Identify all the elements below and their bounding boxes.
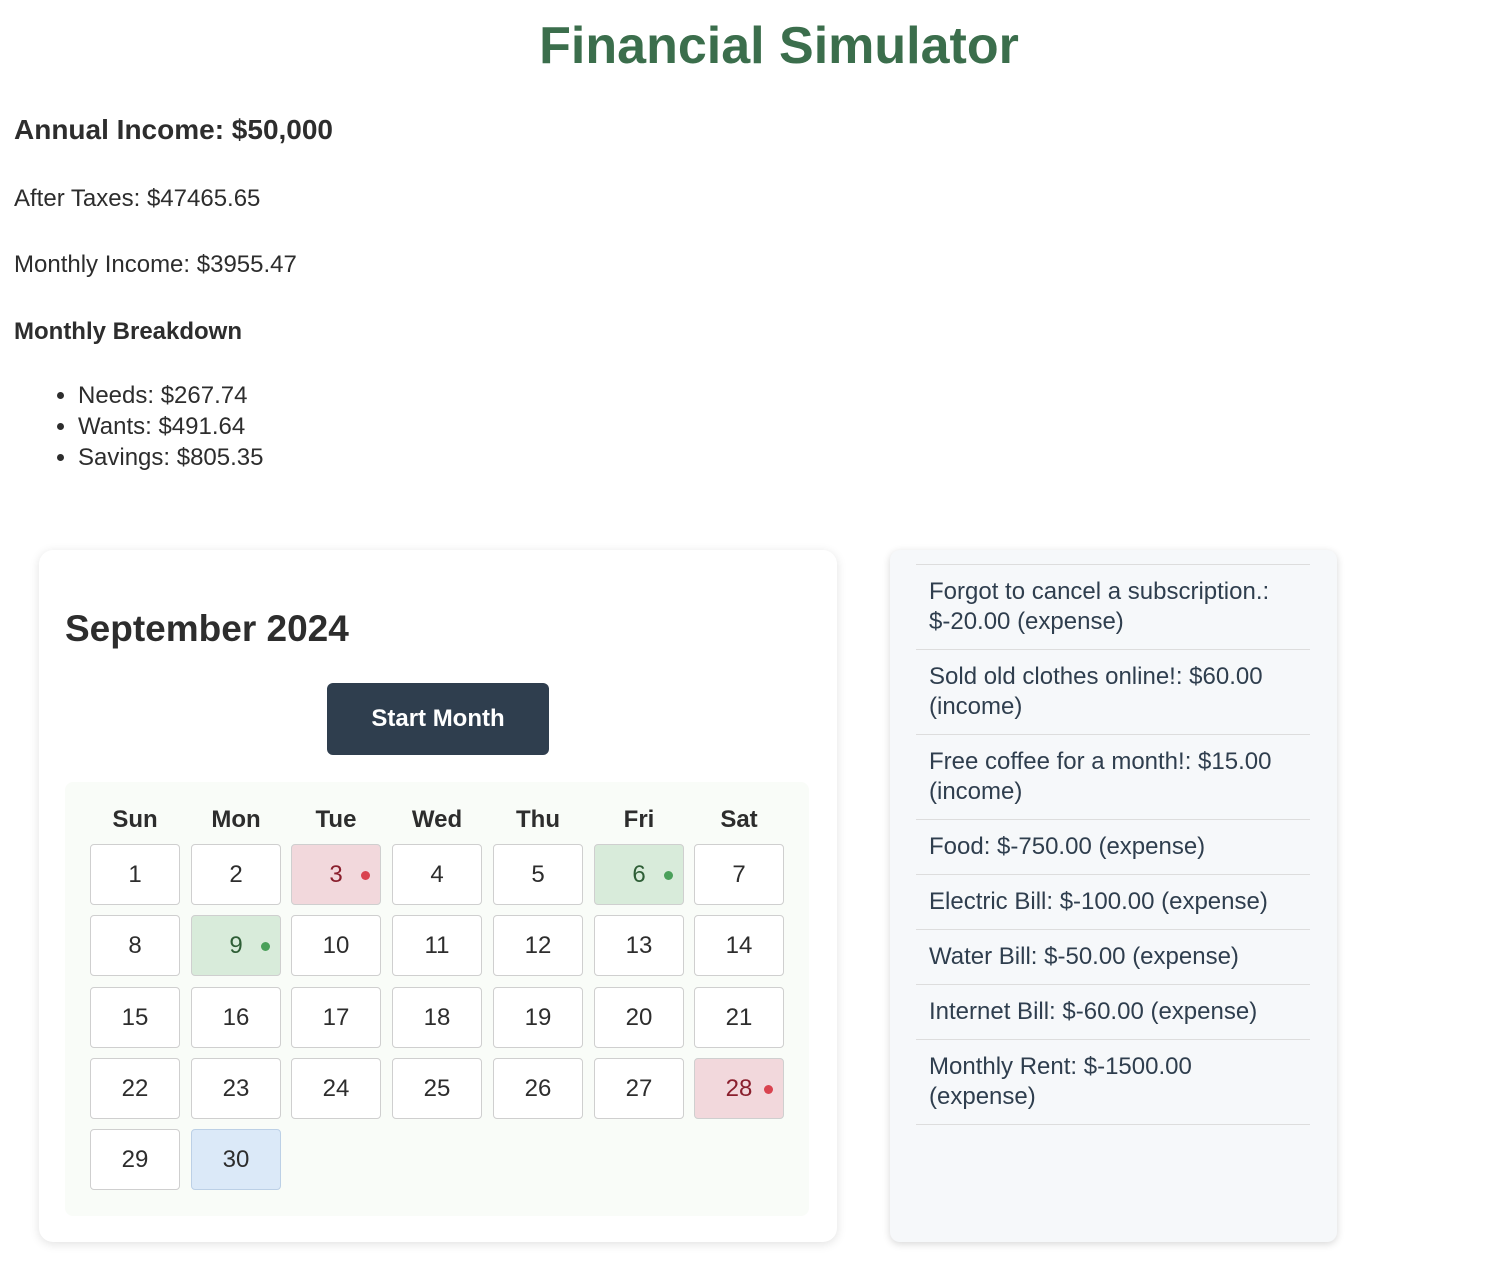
day-cell-19[interactable]: 19	[493, 987, 583, 1048]
day-cell-30[interactable]: 30	[191, 1129, 281, 1190]
weekday-header: Tue	[315, 806, 357, 833]
day-number: 11	[424, 931, 450, 959]
day-cell-12[interactable]: 12	[493, 915, 583, 976]
day-cell-5[interactable]: 5	[493, 844, 583, 905]
day-cell-9[interactable]: 9	[191, 915, 281, 976]
day-number: 16	[222, 1003, 250, 1031]
event-item: Internet Bill: $-60.00 (expense)	[916, 985, 1310, 1040]
event-item: Sold old clothes online!: $60.00 (income…	[916, 650, 1310, 735]
day-number: 6	[632, 860, 646, 888]
day-cell-8[interactable]: 8	[90, 915, 180, 976]
calendar-card: September 2024 Start Month Sun Mon Tue Wed T…	[39, 550, 837, 1242]
day-number: 24	[322, 1074, 350, 1102]
day-number: 23	[222, 1074, 250, 1102]
day-number: 26	[524, 1074, 552, 1102]
events-panel[interactable]: (expense)Forgot to cancel a subscription…	[890, 550, 1337, 1242]
after-taxes: After Taxes: $47465.65	[14, 185, 261, 212]
day-number: 3	[329, 860, 343, 888]
day-cell-21[interactable]: 21	[694, 987, 784, 1048]
day-number: 8	[128, 931, 142, 959]
breakdown-wants: Wants: $491.64	[78, 411, 263, 442]
day-number: 1	[128, 860, 142, 888]
day-cell-26[interactable]: 26	[493, 1058, 583, 1119]
day-cell-23[interactable]: 23	[191, 1058, 281, 1119]
calendar-grid: Sun Mon Tue Wed Thu Fri Sat 1 2 3 4 5 6 7 8 9 10 11 12 13 14…	[65, 782, 809, 1216]
day-number: 30	[222, 1145, 250, 1173]
day-cell-22[interactable]: 22	[90, 1058, 180, 1119]
day-number: 18	[423, 1003, 451, 1031]
day-number: 10	[322, 931, 350, 959]
day-cell-4[interactable]: 4	[392, 844, 482, 905]
start-month-button[interactable]: Start Month	[327, 683, 549, 755]
day-number: 28	[725, 1074, 753, 1102]
event-item: Water Bill: $-50.00 (expense)	[916, 930, 1310, 985]
day-number: 12	[524, 931, 552, 959]
event-item: Forgot to cancel a subscription.: $-20.0…	[916, 565, 1310, 650]
day-cell-15[interactable]: 15	[90, 987, 180, 1048]
day-number: 17	[322, 1003, 350, 1031]
weekday-header: Sun	[112, 806, 158, 833]
weekday-header: Mon	[211, 806, 261, 833]
income-dot-icon	[664, 871, 673, 880]
day-number: 5	[531, 860, 545, 888]
day-number: 22	[121, 1074, 149, 1102]
day-number: 7	[732, 860, 746, 888]
day-cell-25[interactable]: 25	[392, 1058, 482, 1119]
day-cell-13[interactable]: 13	[594, 915, 684, 976]
breakdown-list: Needs: $267.74 Wants: $491.64 Savings: $…	[36, 380, 263, 473]
expense-dot-icon	[764, 1085, 773, 1094]
day-cell-28[interactable]: 28	[694, 1058, 784, 1119]
breakdown-needs: Needs: $267.74	[78, 380, 263, 411]
day-number: 19	[524, 1003, 552, 1031]
day-number: 15	[121, 1003, 149, 1031]
income-dot-icon	[261, 942, 270, 951]
day-cell-20[interactable]: 20	[594, 987, 684, 1048]
weekday-header: Thu	[516, 806, 560, 833]
day-number: 4	[430, 860, 444, 888]
weekday-header: Wed	[411, 806, 463, 833]
day-cell-11[interactable]: 11	[392, 915, 482, 976]
day-number: 27	[625, 1074, 653, 1102]
annual-income: Annual Income: $50,000	[14, 114, 334, 145]
expense-dot-icon	[361, 871, 370, 880]
event-item: (expense)	[916, 550, 1310, 565]
day-cell-29[interactable]: 29	[90, 1129, 180, 1190]
day-cell-10[interactable]: 10	[291, 915, 381, 976]
breakdown-savings: Savings: $805.35	[78, 442, 263, 473]
day-number: 25	[423, 1074, 451, 1102]
event-item: Monthly Rent: $-1500.00 (expense)	[916, 1040, 1310, 1125]
day-cell-6[interactable]: 6	[594, 844, 684, 905]
day-cell-7[interactable]: 7	[694, 844, 784, 905]
day-number: 9	[229, 931, 243, 959]
events-list: (expense)Forgot to cancel a subscription…	[916, 550, 1310, 1125]
day-cell-16[interactable]: 16	[191, 987, 281, 1048]
day-cell-1[interactable]: 1	[90, 844, 180, 905]
day-number: 21	[725, 1003, 753, 1031]
day-cell-2[interactable]: 2	[191, 844, 281, 905]
page-title: Financial Simulator	[539, 17, 1019, 75]
event-item: Electric Bill: $-100.00 (expense)	[916, 875, 1310, 930]
event-item: Free coffee for a month!: $15.00 (income…	[916, 735, 1310, 820]
day-number: 2	[229, 860, 243, 888]
day-number: 13	[625, 931, 653, 959]
day-number: 20	[625, 1003, 653, 1031]
day-cell-17[interactable]: 17	[291, 987, 381, 1048]
month-title: September 2024	[65, 608, 349, 649]
day-cell-24[interactable]: 24	[291, 1058, 381, 1119]
day-number: 29	[121, 1145, 149, 1173]
day-number: 14	[725, 931, 753, 959]
day-cell-27[interactable]: 27	[594, 1058, 684, 1119]
day-cell-14[interactable]: 14	[694, 915, 784, 976]
weekday-header: Sat	[720, 806, 758, 833]
day-cell-18[interactable]: 18	[392, 987, 482, 1048]
weekday-header: Fri	[623, 806, 655, 833]
event-item: Food: $-750.00 (expense)	[916, 820, 1310, 875]
day-cell-3[interactable]: 3	[291, 844, 381, 905]
monthly-income: Monthly Income: $3955.47	[14, 251, 297, 278]
breakdown-title: Monthly Breakdown	[14, 318, 243, 345]
